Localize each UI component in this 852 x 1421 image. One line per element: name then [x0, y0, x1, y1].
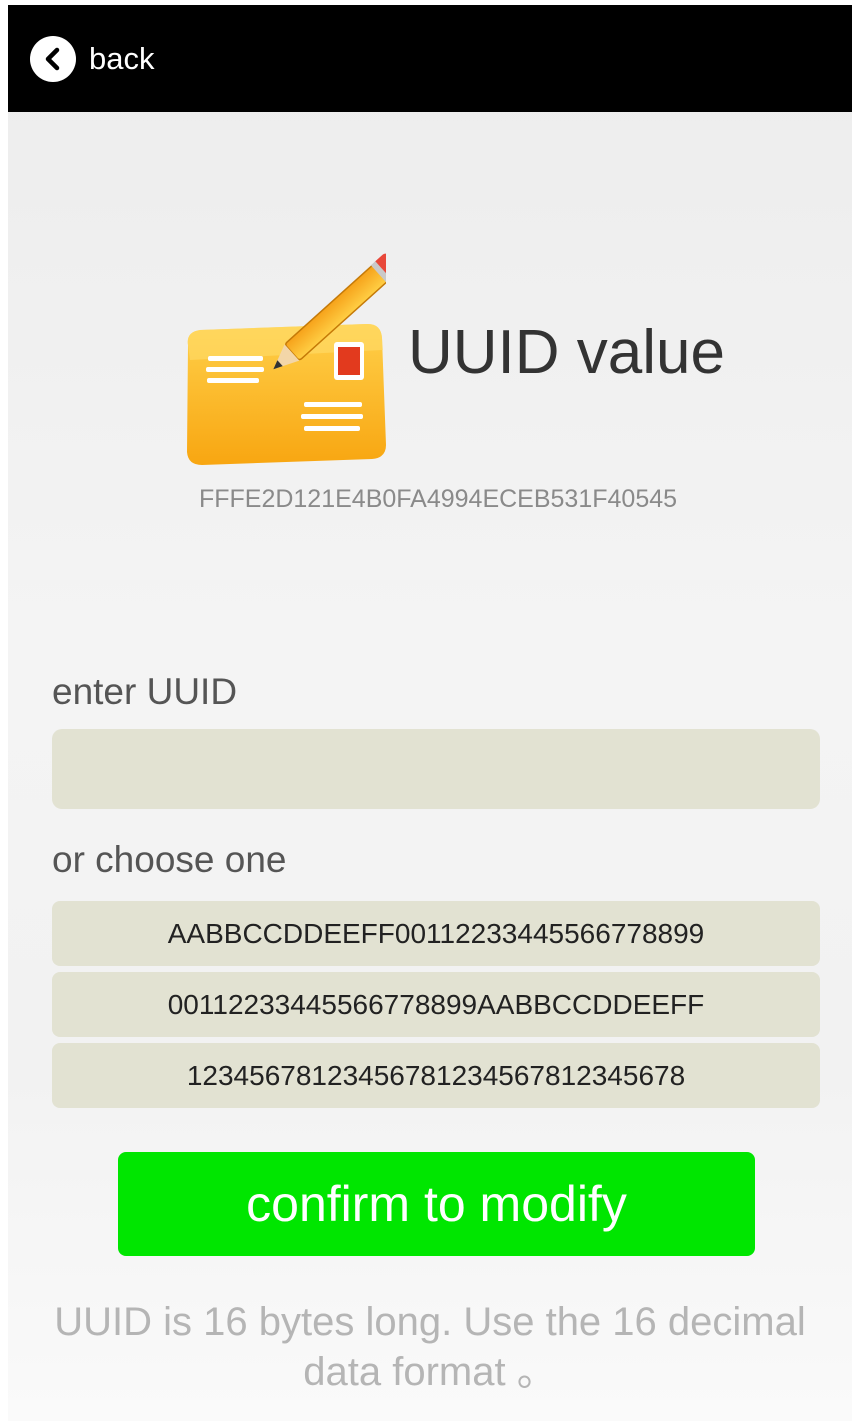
- uuid-option-1[interactable]: AABBCCDDEEFF00112233445566778899: [52, 901, 820, 966]
- current-uuid-value: FFFE2D121E4B0FA4994ECEB531F40545: [198, 485, 678, 513]
- back-label: back: [89, 41, 155, 76]
- back-button[interactable]: back: [30, 35, 154, 83]
- chevron-left-icon: [30, 36, 76, 82]
- page-title: UUID value: [408, 318, 725, 387]
- top-bar: back: [8, 5, 852, 112]
- uuid-option-3[interactable]: 12345678123456781234567812345678: [52, 1043, 820, 1108]
- envelope-pencil-icon: [176, 250, 401, 470]
- hint-line-2: data format 。: [303, 1350, 557, 1394]
- uuid-option-2[interactable]: 00112233445566778899AABBCCDDEEFF: [52, 972, 820, 1037]
- confirm-modify-button[interactable]: confirm to modify: [118, 1152, 755, 1256]
- uuid-input[interactable]: [52, 729, 820, 809]
- hint-line-1: UUID is 16 bytes long. Use the 16 decima…: [54, 1300, 806, 1344]
- screen: back UUID value FFFE2D121E4B0FA4994ECEB5…: [8, 5, 852, 1421]
- enter-uuid-label: enter UUID: [52, 671, 238, 712]
- hint-text: UUID is 16 bytes long. Use the 16 decima…: [8, 1297, 852, 1397]
- choose-one-label: or choose one: [52, 839, 287, 880]
